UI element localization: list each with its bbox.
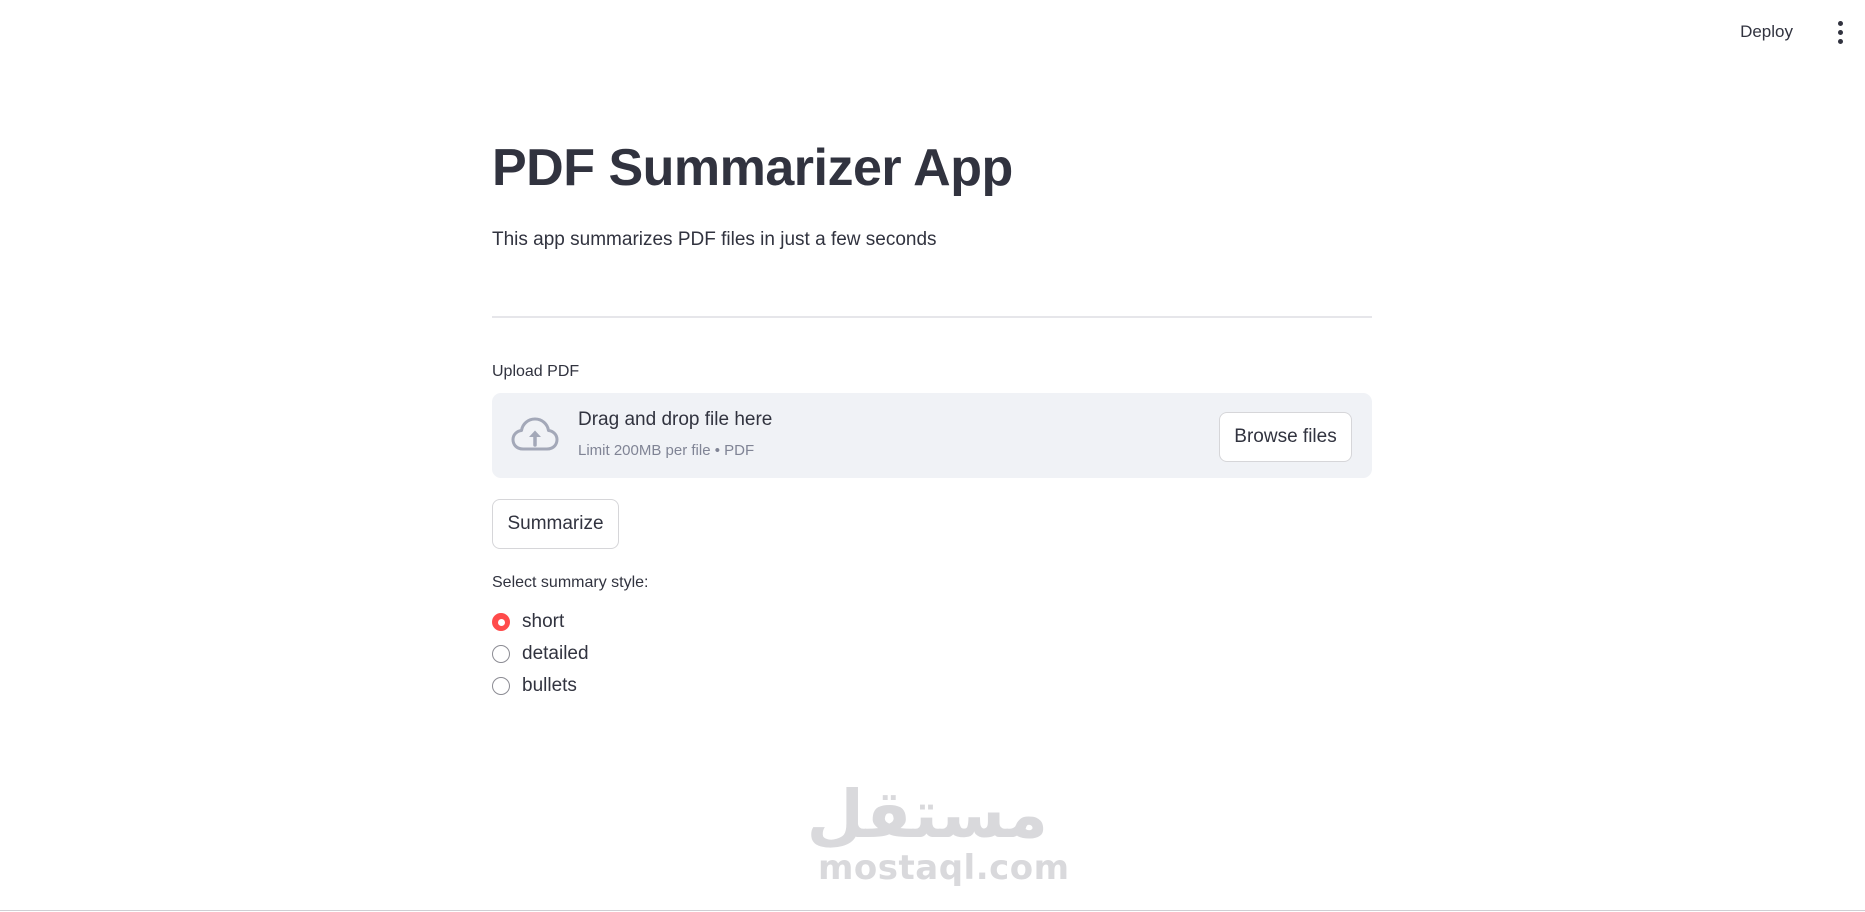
radio-option-label: bullets — [522, 675, 577, 696]
radio-option-short[interactable]: short — [492, 606, 589, 638]
radio-option-detailed[interactable]: detailed — [492, 638, 589, 670]
vertical-ellipsis-icon — [1837, 20, 1843, 26]
radio-option-label: detailed — [522, 643, 589, 664]
divider — [492, 316, 1372, 318]
dropzone-limit-text: Limit 200MB per file • PDF — [578, 442, 755, 459]
top-header: Deploy — [0, 0, 1865, 64]
page-subtitle: This app summarizes PDF files in just a … — [492, 229, 937, 250]
radio-button[interactable] — [492, 645, 510, 663]
watermark-arabic-text: مستقل — [806, 776, 1048, 853]
watermark-logo: مستقل mostaql.com — [806, 776, 1070, 888]
radio-option-label: short — [522, 611, 565, 632]
main-menu-button[interactable] — [1825, 16, 1855, 48]
upload-label: Upload PDF — [492, 363, 580, 380]
summary-style-radio-group: short detailed bullets — [492, 606, 589, 702]
summary-style-label: Select summary style: — [492, 574, 649, 591]
bottom-divider — [0, 910, 1865, 911]
browse-files-button[interactable]: Browse files — [1219, 412, 1352, 462]
radio-button[interactable] — [492, 677, 510, 695]
app-window: Deploy PDF Summarizer App This app summa… — [0, 0, 1865, 912]
summarize-button[interactable]: Summarize — [492, 499, 619, 549]
radio-button-checked[interactable] — [492, 613, 510, 631]
watermark-url-text: mostaql.com — [818, 848, 1070, 888]
dropzone-instructions: Drag and drop file here — [578, 409, 773, 430]
cloud-upload-icon — [511, 417, 559, 451]
deploy-button[interactable]: Deploy — [1728, 16, 1805, 48]
page-title: PDF Summarizer App — [492, 139, 1013, 197]
file-dropzone[interactable]: Drag and drop file here Limit 200MB per … — [492, 393, 1372, 478]
radio-option-bullets[interactable]: bullets — [492, 670, 589, 702]
